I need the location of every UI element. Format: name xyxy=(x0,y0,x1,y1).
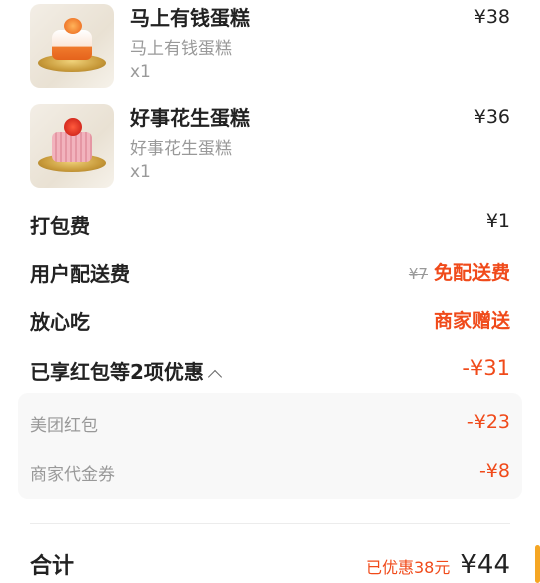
packing-fee-row: 打包费 ¥1 xyxy=(30,210,510,240)
item-price: ¥36 xyxy=(473,106,510,128)
discount-summary[interactable]: 已享红包等2项优惠 xyxy=(30,356,222,385)
discount-detail-label: 商家代金券 xyxy=(30,465,115,485)
assurance-value: 商家赠送 xyxy=(433,310,510,332)
assurance-label: 放心吃 xyxy=(30,310,90,334)
total-amount: ¥44 xyxy=(460,550,510,580)
discount-detail-value: -¥23 xyxy=(466,411,510,433)
delivery-fee-value: ¥7 免配送费 xyxy=(409,258,510,285)
discount-detail-value: -¥8 xyxy=(478,460,510,482)
discount-detail-label: 美团红包 xyxy=(30,416,98,436)
discount-details-panel: 美团红包 -¥23 商家代金券 -¥8 xyxy=(18,393,522,499)
discount-total: -¥31 xyxy=(462,356,510,380)
item-spec: 马上有钱蛋糕 xyxy=(130,39,232,59)
cake-image[interactable] xyxy=(30,104,114,188)
divider xyxy=(30,523,510,524)
delivery-fee-row: 用户配送费 ¥7 免配送费 xyxy=(30,258,510,288)
item-quantity: x1 xyxy=(130,62,151,82)
item-price: ¥38 xyxy=(473,6,510,28)
delivery-fee-label: 用户配送费 xyxy=(30,262,130,286)
assurance-row: 放心吃 商家赠送 xyxy=(30,306,510,336)
discount-detail-row: 美团红包 -¥23 xyxy=(30,411,510,439)
discount-detail-row: 商家代金券 -¥8 xyxy=(30,460,510,488)
packing-fee-label: 打包费 xyxy=(30,214,90,238)
discount-summary-row[interactable]: 已享红包等2项优惠 -¥31 xyxy=(30,356,510,386)
scroll-indicator[interactable] xyxy=(535,545,540,583)
cake-image[interactable] xyxy=(30,4,114,88)
total-label: 合计 xyxy=(30,554,75,579)
order-item[interactable]: 好事花生蛋糕 好事花生蛋糕 x1 ¥36 xyxy=(0,104,540,200)
delivery-fee-original: ¥7 xyxy=(408,265,428,283)
chevron-up-icon[interactable] xyxy=(207,369,222,385)
total-value-group: 已优惠38元 ¥44 xyxy=(366,550,510,580)
order-item[interactable]: 马上有钱蛋糕 马上有钱蛋糕 x1 ¥38 xyxy=(0,4,540,100)
discount-summary-label: 已享红包等2项优惠 xyxy=(30,360,204,384)
item-spec: 好事花生蛋糕 xyxy=(130,139,232,159)
item-name: 好事花生蛋糕 xyxy=(130,106,250,130)
item-quantity: x1 xyxy=(130,162,151,182)
total-row: 合计 已优惠38元 ¥44 xyxy=(30,548,510,583)
item-name: 马上有钱蛋糕 xyxy=(130,6,250,30)
free-delivery-text: 免配送费 xyxy=(433,262,510,284)
packing-fee-value: ¥1 xyxy=(485,210,510,232)
total-saved: 已优惠38元 xyxy=(365,558,451,577)
